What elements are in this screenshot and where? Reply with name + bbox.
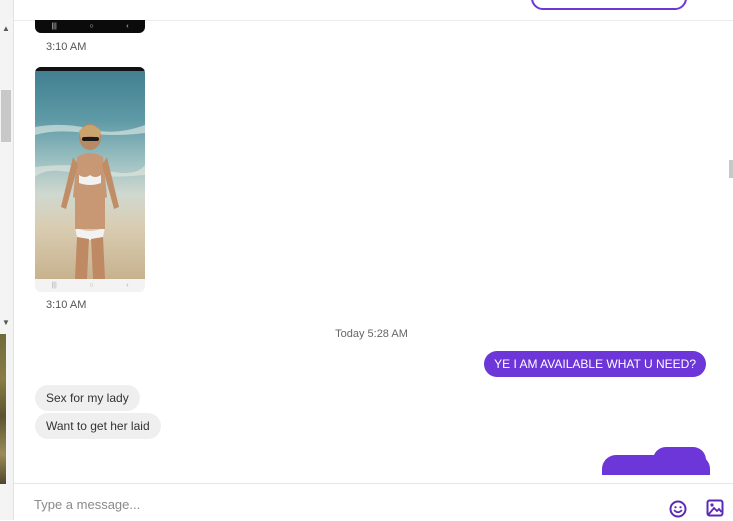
incoming-message[interactable]: Want to get her laid	[35, 413, 161, 439]
incoming-message[interactable]: Sex for my lady	[35, 385, 140, 411]
conversation-thumbnail[interactable]	[0, 334, 6, 484]
recent-apps-icon: |||	[51, 23, 57, 30]
smiley-icon[interactable]	[669, 500, 687, 518]
phone-nav-bar: ||| ○ ‹	[35, 279, 145, 292]
message-input[interactable]	[34, 494, 594, 514]
home-icon: ○	[89, 282, 94, 289]
outgoing-message-partial[interactable]	[602, 455, 710, 475]
back-icon: ‹	[126, 23, 129, 30]
outgoing-message[interactable]: YE I AM AVAILABLE WHAT U NEED?	[484, 351, 706, 377]
header-action-button[interactable]	[531, 0, 687, 10]
scroll-up-arrow-icon[interactable]: ▲	[1, 24, 11, 34]
chat-header	[14, 0, 733, 21]
recent-apps-icon: |||	[51, 282, 57, 289]
back-icon: ‹	[126, 282, 129, 289]
right-scroll-thumb[interactable]	[729, 160, 733, 178]
message-thread: ||| ○ ‹ 3:10 AM ||| ○ ‹ 3:10 AM Today 5:…	[14, 20, 729, 483]
image-message[interactable]: ||| ○ ‹	[35, 67, 145, 292]
home-icon: ○	[89, 23, 94, 30]
left-scrollbar[interactable]: ▲ ▼	[0, 0, 14, 520]
image-icon[interactable]	[706, 499, 724, 517]
date-separator: Today 5:28 AM	[335, 328, 408, 340]
scroll-down-arrow-icon[interactable]: ▼	[1, 318, 11, 328]
scroll-thumb[interactable]	[1, 90, 11, 142]
phone-nav-bar: ||| ○ ‹	[35, 20, 145, 33]
message-timestamp: 3:10 AM	[46, 41, 87, 53]
message-composer	[14, 483, 733, 521]
image-message-partial[interactable]: ||| ○ ‹	[35, 20, 145, 33]
message-timestamp: 3:10 AM	[46, 299, 87, 311]
beach-photo	[35, 67, 145, 279]
